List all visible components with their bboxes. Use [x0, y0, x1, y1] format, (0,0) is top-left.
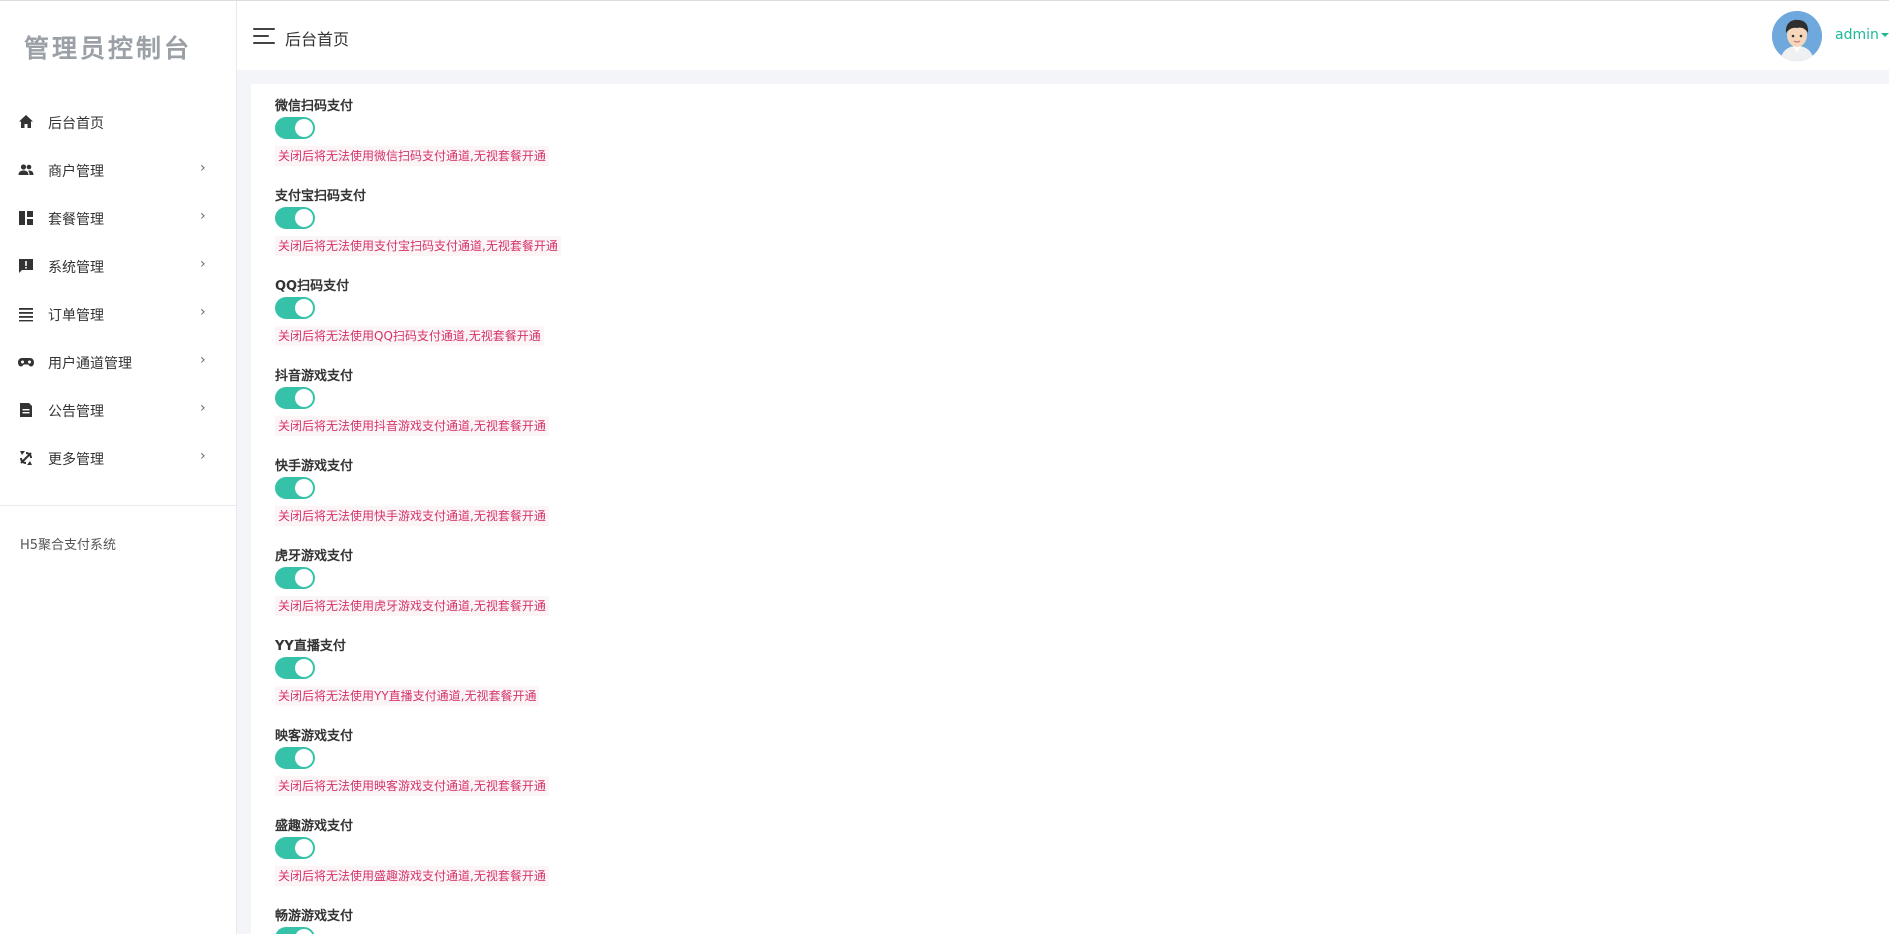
setting-label: 快手游戏支付 — [275, 459, 354, 474]
sidebar: 管理员控制台 后台首页 商户管理 › 套餐管理 › 系统管理 › 订单管理 › … — [0, 1, 237, 934]
setting-label: 盛趣游戏支付 — [275, 819, 354, 834]
toggle-switch[interactable] — [275, 207, 315, 229]
sidebar-item-packages[interactable]: 套餐管理 › — [0, 194, 236, 242]
chevron-right-icon: › — [200, 208, 206, 224]
toggle-switch[interactable] — [275, 657, 315, 679]
toggle-switch[interactable] — [275, 297, 315, 319]
setting-label: 畅游游戏支付 — [275, 909, 354, 924]
sidebar-divider — [0, 505, 236, 506]
setting-label: 微信扫码支付 — [275, 99, 354, 114]
setting-yy-live: YY直播支付 关闭后将无法使用YY直播支付通道,无视套餐开通 — [275, 638, 540, 706]
setting-hint: 关闭后将无法使用盛趣游戏支付通道,无视套餐开通 — [275, 866, 549, 886]
sidebar-nav: 后台首页 商户管理 › 套餐管理 › 系统管理 › 订单管理 › 用户通道管理 … — [0, 98, 236, 482]
chevron-right-icon: › — [200, 400, 206, 416]
app-logo: 管理员控制台 — [23, 34, 192, 63]
sidebar-item-label: 套餐管理 — [48, 212, 104, 228]
sidebar-item-label: 订单管理 — [48, 308, 104, 324]
setting-hint: 关闭后将无法使用支付宝扫码支付通道,无视套餐开通 — [275, 236, 561, 256]
report-icon — [19, 259, 33, 273]
setting-label: 映客游戏支付 — [275, 729, 354, 744]
user-menu[interactable]: admin — [1835, 27, 1889, 43]
setting-douyin-game: 抖音游戏支付 关闭后将无法使用抖音游戏支付通道,无视套餐开通 — [275, 368, 549, 436]
sidebar-item-label: 公告管理 — [48, 404, 104, 420]
home-icon — [19, 115, 33, 128]
sidebar-item-label: 系统管理 — [48, 260, 104, 276]
refresh-icon — [20, 451, 32, 465]
gamepad-icon — [18, 358, 34, 367]
setting-wechat-scan: 微信扫码支付 关闭后将无法使用微信扫码支付通道,无视套餐开通 — [275, 98, 549, 166]
sidebar-item-announcements[interactable]: 公告管理 › — [0, 386, 236, 434]
toggle-switch[interactable] — [275, 927, 315, 934]
setting-label: YY直播支付 — [275, 639, 346, 654]
toggle-switch[interactable] — [275, 477, 315, 499]
settings-panel: 微信扫码支付 关闭后将无法使用微信扫码支付通道,无视套餐开通 支付宝扫码支付 关… — [251, 84, 1889, 934]
setting-shengqu-game: 盛趣游戏支付 关闭后将无法使用盛趣游戏支付通道,无视套餐开通 — [275, 818, 549, 886]
toggle-switch[interactable] — [275, 117, 315, 139]
list-icon — [19, 308, 33, 322]
menu-toggle-icon[interactable] — [253, 28, 275, 44]
top-header: 后台首页 admin — [237, 1, 1889, 70]
chevron-right-icon: › — [200, 448, 206, 464]
setting-inke-game: 映客游戏支付 关闭后将无法使用映客游戏支付通道,无视套餐开通 — [275, 728, 549, 796]
chevron-right-icon: › — [200, 160, 206, 176]
sidebar-item-label: 更多管理 — [48, 452, 104, 468]
setting-changyou-game: 畅游游戏支付 — [275, 908, 354, 934]
document-icon — [20, 403, 32, 417]
sidebar-item-orders[interactable]: 订单管理 › — [0, 290, 236, 338]
sidebar-item-label: 后台首页 — [48, 116, 104, 132]
setting-hint: 关闭后将无法使用QQ扫码支付通道,无视套餐开通 — [275, 326, 544, 346]
avatar[interactable] — [1772, 11, 1822, 61]
setting-hint: 关闭后将无法使用微信扫码支付通道,无视套餐开通 — [275, 146, 549, 166]
chevron-right-icon: › — [200, 256, 206, 272]
setting-kuaishou-game: 快手游戏支付 关闭后将无法使用快手游戏支付通道,无视套餐开通 — [275, 458, 549, 526]
setting-alipay-scan: 支付宝扫码支付 关闭后将无法使用支付宝扫码支付通道,无视套餐开通 — [275, 188, 561, 256]
setting-hint: 关闭后将无法使用虎牙游戏支付通道,无视套餐开通 — [275, 596, 549, 616]
caret-down-icon — [1880, 33, 1889, 37]
sidebar-item-more[interactable]: 更多管理 › — [0, 434, 236, 482]
sidebar-item-merchants[interactable]: 商户管理 › — [0, 146, 236, 194]
setting-hint: 关闭后将无法使用抖音游戏支付通道,无视套餐开通 — [275, 416, 549, 436]
setting-hint: 关闭后将无法使用快手游戏支付通道,无视套餐开通 — [275, 506, 549, 526]
system-name: H5聚合支付系统 — [20, 538, 117, 553]
page-title: 后台首页 — [285, 30, 350, 49]
setting-hint: 关闭后将无法使用映客游戏支付通道,无视套餐开通 — [275, 776, 549, 796]
sidebar-item-home[interactable]: 后台首页 — [0, 98, 236, 146]
user-avatar-icon — [1772, 11, 1822, 61]
setting-label: QQ扫码支付 — [275, 279, 350, 294]
username: admin — [1835, 27, 1879, 43]
sidebar-item-system[interactable]: 系统管理 › — [0, 242, 236, 290]
setting-hint: 关闭后将无法使用YY直播支付通道,无视套餐开通 — [275, 686, 540, 706]
setting-label: 抖音游戏支付 — [275, 369, 354, 384]
toggle-switch[interactable] — [275, 567, 315, 589]
toggle-switch[interactable] — [275, 747, 315, 769]
dashboard-icon — [19, 211, 33, 225]
users-icon — [18, 164, 34, 175]
chevron-right-icon: › — [200, 352, 206, 368]
setting-qq-scan: QQ扫码支付 关闭后将无法使用QQ扫码支付通道,无视套餐开通 — [275, 278, 544, 346]
setting-huya-game: 虎牙游戏支付 关闭后将无法使用虎牙游戏支付通道,无视套餐开通 — [275, 548, 549, 616]
toggle-switch[interactable] — [275, 837, 315, 859]
setting-label: 支付宝扫码支付 — [275, 189, 367, 204]
toggle-switch[interactable] — [275, 387, 315, 409]
sidebar-item-label: 商户管理 — [48, 164, 104, 180]
sidebar-item-label: 用户通道管理 — [48, 356, 132, 372]
sidebar-item-channels[interactable]: 用户通道管理 › — [0, 338, 236, 386]
chevron-right-icon: › — [200, 304, 206, 320]
setting-label: 虎牙游戏支付 — [275, 549, 354, 564]
